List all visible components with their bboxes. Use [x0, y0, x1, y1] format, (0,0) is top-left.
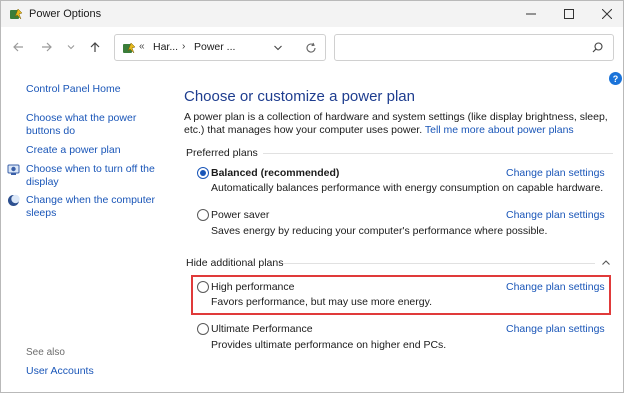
power-options-app-icon: [10, 8, 23, 20]
chevron-down-icon: [67, 45, 75, 50]
help-button[interactable]: ?: [609, 72, 622, 85]
plan-name-power-saver[interactable]: Power saver: [211, 209, 269, 221]
plan-name-balanced[interactable]: Balanced (recommended): [211, 167, 339, 179]
minimize-icon: [526, 13, 536, 15]
hide-additional-plans-heading[interactable]: Hide additional plans: [186, 257, 283, 269]
sidebar-item-computer-sleeps[interactable]: Change when the computer sleeps: [26, 194, 156, 219]
up-button[interactable]: [87, 39, 103, 55]
maximize-icon: [564, 9, 574, 19]
sidebar-item-create-power-plan[interactable]: Create a power plan: [26, 144, 121, 157]
address-bar[interactable]: « Har... › Power ...: [114, 34, 326, 61]
page-title: Choose or customize a power plan: [184, 88, 415, 105]
back-button[interactable]: [10, 39, 26, 55]
see-also-heading: See also: [26, 347, 65, 358]
window-title: Power Options: [29, 8, 102, 20]
change-plan-settings-balanced[interactable]: Change plan settings: [506, 167, 605, 179]
highlight-box: [191, 275, 611, 315]
plan-name-ultimate-performance[interactable]: Ultimate Performance: [211, 323, 313, 335]
radio-power-saver[interactable]: [197, 209, 209, 221]
refresh-icon[interactable]: [305, 42, 317, 54]
plan-desc-balanced: Automatically balances performance with …: [211, 182, 604, 194]
recent-locations-button[interactable]: [63, 39, 79, 55]
radio-balanced[interactable]: [197, 167, 209, 179]
arrow-right-icon: [42, 42, 52, 52]
plan-desc-power-saver: Saves energy by reducing your computer's…: [211, 225, 548, 237]
radio-ultimate-performance[interactable]: [197, 323, 209, 335]
intro-text: A power plan is a collection of hardware…: [184, 111, 624, 136]
close-button[interactable]: [584, 1, 624, 27]
plan-desc-ultimate-performance: Provides ultimate performance on higher …: [211, 339, 447, 351]
title-bar: Power Options: [1, 1, 623, 27]
search-icon: [592, 42, 603, 53]
search-box[interactable]: [334, 34, 614, 61]
learn-more-link[interactable]: Tell me more about power plans: [425, 124, 574, 136]
sleep-moon-icon: [8, 194, 20, 206]
preferred-plans-divider: [263, 153, 613, 154]
sidebar-item-control-panel-home[interactable]: Control Panel Home: [26, 83, 121, 96]
address-overflow-indicator[interactable]: «: [139, 41, 145, 52]
breadcrumb-power-options[interactable]: Power ...: [194, 41, 235, 53]
display-shield-icon: [7, 164, 20, 175]
chevron-down-icon[interactable]: [273, 43, 283, 53]
chevron-up-icon[interactable]: [601, 258, 611, 268]
preferred-plans-heading: Preferred plans: [186, 147, 258, 159]
close-icon: [602, 9, 612, 19]
sidebar-item-user-accounts[interactable]: User Accounts: [26, 365, 94, 378]
power-options-window: Power Options « Har... › Power ... ? Con…: [0, 0, 624, 393]
control-panel-icon: [123, 42, 136, 54]
breadcrumb-hardware[interactable]: Har...: [153, 41, 178, 53]
breadcrumb-separator[interactable]: ›: [182, 41, 185, 52]
additional-plans-divider: [283, 263, 595, 264]
arrow-up-icon: [90, 42, 100, 52]
navigation-bar: « Har... › Power ...: [1, 27, 623, 67]
arrow-left-icon: [13, 42, 23, 52]
change-plan-settings-power-saver[interactable]: Change plan settings: [506, 209, 605, 221]
sidebar-item-power-buttons[interactable]: Choose what the power buttons do: [26, 112, 156, 137]
sidebar-item-turn-off-display[interactable]: Choose when to turn off the display: [26, 163, 156, 188]
forward-button[interactable]: [39, 39, 55, 55]
change-plan-settings-ultimate-performance[interactable]: Change plan settings: [506, 323, 605, 335]
